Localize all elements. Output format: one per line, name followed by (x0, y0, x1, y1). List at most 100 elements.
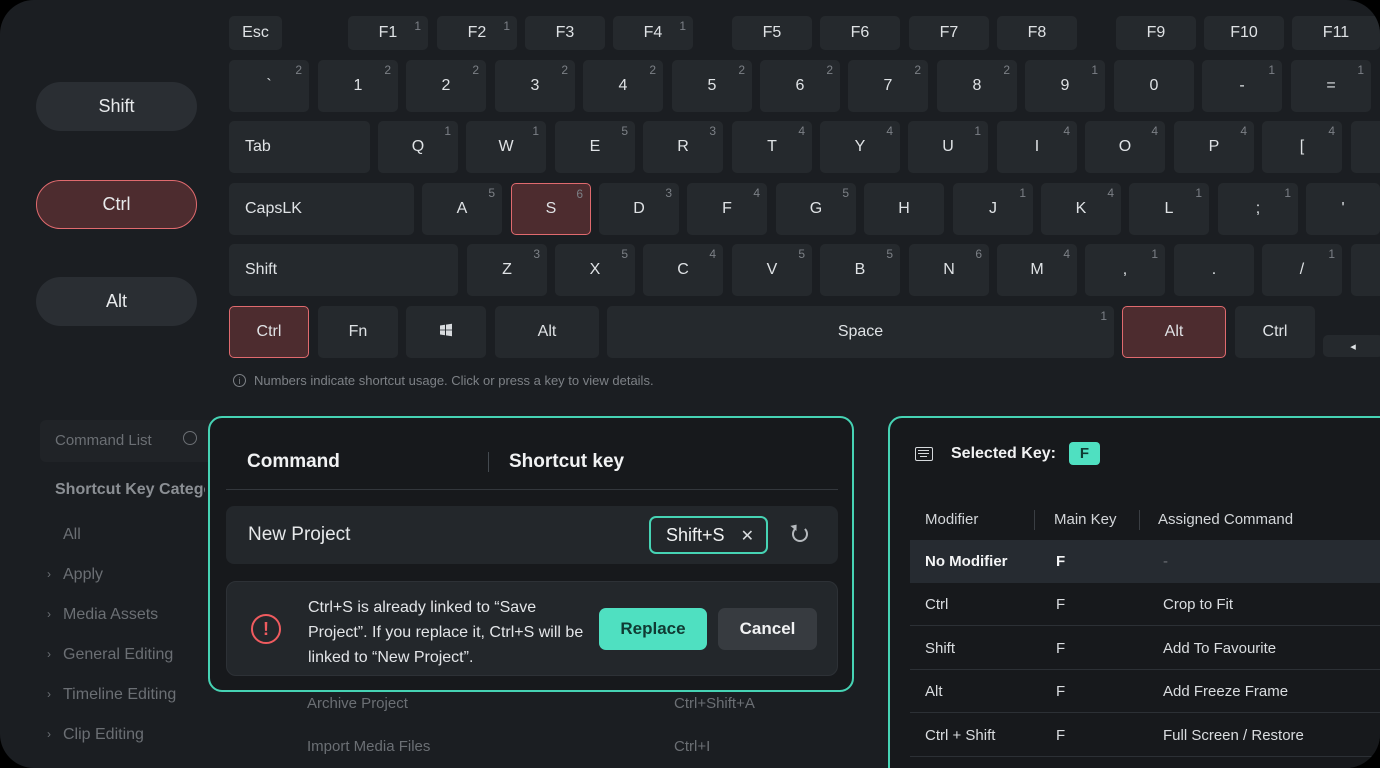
key-symbol[interactable]: = 1 (1291, 60, 1371, 112)
key-h[interactable]: H (864, 183, 944, 235)
key-y[interactable]: Y4 (820, 121, 900, 173)
key-9[interactable]: 91 (1025, 60, 1105, 112)
key-f1[interactable]: F1 1 (348, 16, 428, 50)
key-q[interactable]: Q1 (378, 121, 458, 173)
key-f6[interactable]: F6 (820, 16, 900, 50)
key-w[interactable]: W1 (466, 121, 546, 173)
key-j[interactable]: J1 (953, 183, 1033, 235)
key-f5[interactable]: F5 (732, 16, 812, 50)
modifier-ctrl-button[interactable]: Ctrl (36, 180, 197, 229)
key-k[interactable]: K4 (1041, 183, 1121, 235)
key-ctrl[interactable]: Ctrl (229, 306, 309, 358)
reset-icon[interactable] (792, 526, 808, 542)
key-blank[interactable] (1351, 121, 1380, 173)
key-n[interactable]: N6 (909, 244, 989, 296)
chevron-right-icon[interactable]: › (47, 727, 51, 741)
key-symbol[interactable]: -1 (1202, 60, 1282, 112)
key-f3[interactable]: F3 (525, 16, 605, 50)
key-ctrl[interactable]: Ctrl (1235, 306, 1315, 358)
category-clip-editing[interactable]: Clip Editing (63, 726, 144, 744)
key-z[interactable]: Z3 (467, 244, 547, 296)
key-symbol[interactable]: [4 (1262, 121, 1342, 173)
clear-shortcut-icon[interactable]: ✕ (741, 526, 754, 546)
chevron-right-icon[interactable]: › (47, 647, 51, 661)
key-2[interactable]: 22 (406, 60, 486, 112)
key-esc[interactable]: Esc (229, 16, 282, 50)
category-timeline-editing[interactable]: Timeline Editing (63, 686, 176, 704)
key-m[interactable]: M4 (997, 244, 1077, 296)
table-row[interactable]: No Modifier F - (910, 540, 1380, 583)
key-6[interactable]: 62 (760, 60, 840, 112)
key-tab[interactable]: Tab (229, 121, 370, 173)
key-symbol[interactable]: . (1174, 244, 1254, 296)
table-row[interactable]: Alt F Add Freeze Frame (910, 670, 1380, 713)
key-s[interactable]: S6 (511, 183, 591, 235)
chevron-right-icon[interactable]: › (47, 607, 51, 621)
key-p[interactable]: P4 (1174, 121, 1254, 173)
key-capslk[interactable]: CapsLK (229, 183, 414, 235)
key-u[interactable]: U1 (908, 121, 988, 173)
table-row[interactable]: Shift F Add To Favourite (910, 627, 1380, 670)
key-symbol[interactable]: ' (1306, 183, 1380, 235)
key-e[interactable]: E5 (555, 121, 635, 173)
key-f8[interactable]: F8 (997, 16, 1077, 50)
key-blank[interactable] (1351, 244, 1380, 296)
key-i[interactable]: I4 (997, 121, 1077, 173)
key-shift[interactable]: Shift (229, 244, 458, 296)
key-symbol[interactable]: ◂ (1323, 335, 1380, 357)
key-f11[interactable]: F11 (1292, 16, 1380, 50)
key-o[interactable]: O4 (1085, 121, 1165, 173)
key-f[interactable]: F4 (687, 183, 767, 235)
key-windowsicon[interactable] (406, 306, 486, 358)
key-v[interactable]: V5 (732, 244, 812, 296)
key-l[interactable]: L1 (1129, 183, 1209, 235)
key-1[interactable]: 12 (318, 60, 398, 112)
key-alt[interactable]: Alt (495, 306, 599, 358)
key-f4[interactable]: F4 1 (613, 16, 693, 50)
key-g[interactable]: G5 (776, 183, 856, 235)
key-b[interactable]: B5 (820, 244, 900, 296)
key-8[interactable]: 82 (937, 60, 1017, 112)
command-row-archive-project[interactable]: Archive Project (307, 695, 408, 712)
category-all[interactable]: All (63, 526, 81, 544)
key-4[interactable]: 42 (583, 60, 663, 112)
key-a[interactable]: A5 (422, 183, 502, 235)
key-f7[interactable]: F7 (909, 16, 989, 50)
shortcut-input[interactable]: Shift+S ✕ (649, 516, 768, 554)
key-7[interactable]: 72 (848, 60, 928, 112)
table-row[interactable]: Ctrl F Crop to Fit (910, 583, 1380, 626)
command-row-new-project[interactable]: New Project Shift+S ✕ (226, 506, 838, 564)
category-apply[interactable]: Apply (63, 566, 103, 584)
key-label: 0 (1149, 77, 1159, 94)
key-3[interactable]: 32 (495, 60, 575, 112)
cancel-button[interactable]: Cancel (718, 608, 817, 650)
key-symbol[interactable]: ; 1 (1218, 183, 1298, 235)
search-icon[interactable] (183, 431, 197, 445)
category-media-assets[interactable]: Media Assets (63, 606, 158, 624)
key-space[interactable]: Space 1 (607, 306, 1114, 358)
key-f10[interactable]: F10 (1204, 16, 1284, 50)
replace-button[interactable]: Replace (599, 608, 707, 650)
modifier-alt-button[interactable]: Alt (36, 277, 197, 326)
command-row-import-media[interactable]: Import Media Files (307, 738, 430, 755)
key-t[interactable]: T4 (732, 121, 812, 173)
chevron-right-icon[interactable]: › (47, 567, 51, 581)
key-symbol[interactable]: ,1 (1085, 244, 1165, 296)
key-symbol[interactable]: /1 (1262, 244, 1342, 296)
category-general-editing[interactable]: General Editing (63, 646, 173, 664)
key-label: C (677, 261, 689, 278)
key-r[interactable]: R3 (643, 121, 723, 173)
key-c[interactable]: C4 (643, 244, 723, 296)
key-symbol[interactable]: ` 2 (229, 60, 309, 112)
key-alt[interactable]: Alt (1122, 306, 1226, 358)
key-5[interactable]: 52 (672, 60, 752, 112)
key-x[interactable]: X5 (555, 244, 635, 296)
key-f9[interactable]: F9 (1116, 16, 1196, 50)
key-fn[interactable]: Fn (318, 306, 398, 358)
key-0[interactable]: 0 (1114, 60, 1194, 112)
modifier-shift-button[interactable]: Shift (36, 82, 197, 131)
key-f2[interactable]: F2 1 (437, 16, 517, 50)
key-d[interactable]: D3 (599, 183, 679, 235)
chevron-right-icon[interactable]: › (47, 687, 51, 701)
table-row[interactable]: Ctrl + Shift F Full Screen / Restore (910, 714, 1380, 757)
